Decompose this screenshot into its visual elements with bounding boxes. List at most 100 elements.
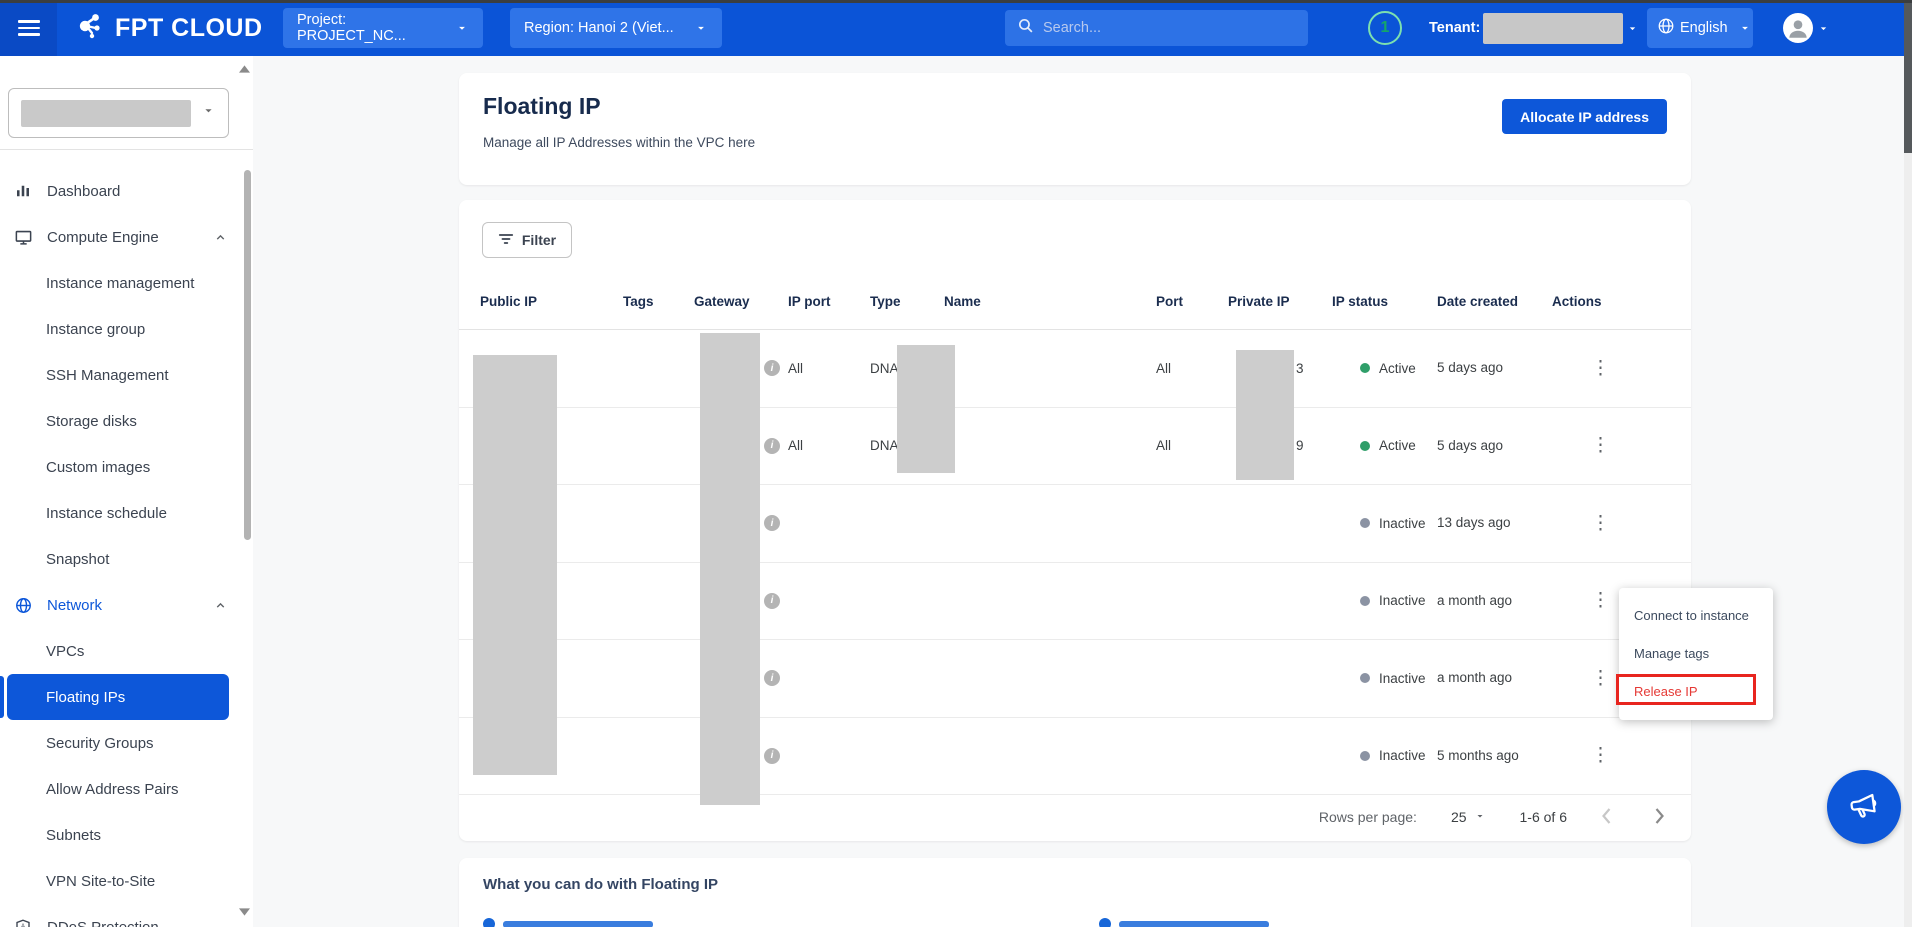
info-icon[interactable]: i bbox=[764, 438, 780, 454]
row-actions-kebab-button[interactable]: ⋮ bbox=[1583, 432, 1618, 459]
chevron-up-icon bbox=[214, 231, 227, 248]
info-icon[interactable]: i bbox=[764, 515, 780, 531]
sidebar-scrollbar-thumb[interactable] bbox=[244, 170, 251, 540]
hamburger-menu-button[interactable] bbox=[0, 0, 57, 56]
sidebar-item-dashboard[interactable]: Dashboard bbox=[0, 168, 253, 214]
info-icon[interactable]: i bbox=[764, 593, 780, 609]
status-dot-icon bbox=[1360, 596, 1370, 606]
vpc-name-redacted bbox=[21, 100, 191, 127]
avatar bbox=[1783, 13, 1813, 43]
row-actions-kebab-button[interactable]: ⋮ bbox=[1583, 510, 1618, 537]
cell-ip-port: All bbox=[788, 438, 870, 453]
column-header-ip-status: IP status bbox=[1332, 294, 1437, 309]
sidebar-item-label: SSH Management bbox=[46, 367, 169, 384]
cell-port: All bbox=[1156, 361, 1228, 376]
menu-item-release-ip[interactable]: Release IP bbox=[1619, 672, 1773, 710]
sidebar-item-ssh-management[interactable]: SSH Management bbox=[0, 352, 253, 398]
vpc-selector[interactable] bbox=[8, 88, 229, 138]
info-icon[interactable]: i bbox=[764, 748, 780, 764]
allocate-ip-button[interactable]: Allocate IP address bbox=[1502, 99, 1667, 134]
status-label: Active bbox=[1379, 438, 1416, 453]
sidebar-item-label: Custom images bbox=[46, 459, 150, 476]
sidebar-item-custom-images[interactable]: Custom images bbox=[0, 444, 253, 490]
table-header-row: Public IPTagsGatewayIP portTypeNamePortP… bbox=[459, 274, 1691, 330]
search-input[interactable] bbox=[1043, 20, 1283, 36]
user-menu[interactable] bbox=[1783, 0, 1830, 56]
sidebar-item-allow-address-pairs[interactable]: Allow Address Pairs bbox=[0, 766, 253, 812]
sidebar-item-vpcs[interactable]: VPCs bbox=[0, 628, 253, 674]
sidebar-item-instance-management[interactable]: Instance management bbox=[0, 260, 253, 306]
sidebar-item-network[interactable]: Network bbox=[0, 582, 253, 628]
globe-icon bbox=[13, 595, 33, 615]
sidebar-item-label: Allow Address Pairs bbox=[46, 781, 179, 798]
table-row: iAllDNATAll9Active5 days ago⋮ bbox=[459, 408, 1691, 486]
cell-date-created: 5 days ago bbox=[1437, 359, 1552, 377]
sidebar-item-instance-group[interactable]: Instance group bbox=[0, 306, 253, 352]
scroll-up-icon[interactable] bbox=[239, 60, 250, 78]
notification-badge[interactable]: 1 bbox=[1368, 11, 1402, 45]
project-selector-label: Project: PROJECT_NC... bbox=[297, 12, 435, 44]
row-actions-kebab-button[interactable]: ⋮ bbox=[1583, 355, 1618, 382]
chevron-down-icon bbox=[1738, 21, 1752, 35]
sidebar-item-storage-disks[interactable]: Storage disks bbox=[0, 398, 253, 444]
sidebar-item-snapshot[interactable]: Snapshot bbox=[0, 536, 253, 582]
sidebar-item-instance-schedule[interactable]: Instance schedule bbox=[0, 490, 253, 536]
rows-per-page-select[interactable]: 25 bbox=[1451, 809, 1486, 825]
row-actions-kebab-button[interactable]: ⋮ bbox=[1583, 665, 1618, 692]
info-icon[interactable]: i bbox=[764, 360, 780, 376]
menu-item-connect-to-instance[interactable]: Connect to instance bbox=[1619, 596, 1773, 634]
cell-actions: ⋮ bbox=[1552, 510, 1649, 537]
sidebar-item-label: Dashboard bbox=[47, 183, 120, 200]
language-selector[interactable]: English bbox=[1647, 8, 1753, 48]
filter-button[interactable]: Filter bbox=[482, 222, 572, 258]
menu-item-manage-tags[interactable]: Manage tags bbox=[1619, 634, 1773, 672]
redacted-gateway-column bbox=[700, 333, 760, 805]
scroll-down-icon[interactable] bbox=[239, 903, 250, 921]
project-selector[interactable]: Project: PROJECT_NC... bbox=[283, 8, 483, 48]
tenant-name-redacted bbox=[1483, 13, 1623, 44]
page-scrollbar-thumb[interactable] bbox=[1904, 3, 1912, 153]
pagination-bar: Rows per page: 25 1-6 of 6 bbox=[459, 793, 1691, 841]
status-dot-icon bbox=[1360, 518, 1370, 528]
status-label: Inactive bbox=[1379, 748, 1426, 763]
next-page-button[interactable] bbox=[1654, 808, 1665, 827]
cell-date-created: a month ago bbox=[1437, 669, 1552, 687]
sidebar-item-label: VPN Site-to-Site bbox=[46, 873, 155, 890]
sidebar-item-label: Compute Engine bbox=[47, 229, 159, 246]
global-search bbox=[1005, 10, 1308, 46]
column-header-actions: Actions bbox=[1552, 294, 1649, 309]
bottom-link-stub[interactable] bbox=[1099, 918, 1269, 927]
sidebar: Dashboard Compute Engine Instance manageme… bbox=[0, 56, 253, 927]
sidebar-item-ddos-protection[interactable]: ADDoS Protection bbox=[0, 904, 253, 927]
sidebar-item-label: Subnets bbox=[46, 827, 101, 844]
sidebar-item-floating-ips[interactable]: Floating IPs bbox=[7, 674, 229, 720]
sidebar-item-vpn-site-to-site[interactable]: VPN Site-to-Site bbox=[0, 858, 253, 904]
tenant-selector[interactable]: Tenant: bbox=[1429, 0, 1639, 56]
sidebar-item-security-groups[interactable]: Security Groups bbox=[0, 720, 253, 766]
status-label: Inactive bbox=[1379, 593, 1426, 608]
search-icon bbox=[1017, 17, 1034, 39]
rows-per-page-label: Rows per page: bbox=[1319, 809, 1417, 825]
sidebar-item-compute-engine[interactable]: Compute Engine bbox=[0, 214, 253, 260]
announcement-fab[interactable] bbox=[1827, 770, 1901, 844]
globe-language-icon bbox=[1657, 17, 1675, 39]
row-actions-kebab-button[interactable]: ⋮ bbox=[1583, 742, 1618, 769]
cell-ip-status: Inactive bbox=[1332, 516, 1437, 531]
sidebar-item-label: Floating IPs bbox=[46, 689, 125, 706]
column-header-date-created: Date created bbox=[1437, 294, 1552, 309]
cell-private-ip bbox=[1228, 516, 1332, 531]
column-header-type: Type bbox=[870, 294, 944, 309]
page-scrollbar[interactable] bbox=[1904, 0, 1912, 927]
previous-page-button[interactable] bbox=[1601, 808, 1612, 827]
sidebar-item-label: VPCs bbox=[46, 643, 84, 660]
row-actions-kebab-button[interactable]: ⋮ bbox=[1583, 587, 1618, 614]
info-icon[interactable]: i bbox=[764, 670, 780, 686]
cell-ip-status: Inactive bbox=[1332, 748, 1437, 763]
bottom-link-stub[interactable] bbox=[483, 918, 653, 927]
region-selector[interactable]: Region: Hanoi 2 (Viet... bbox=[510, 8, 722, 48]
table-row: iInactive13 days ago⋮ bbox=[459, 485, 1691, 563]
sidebar-item-label: Instance group bbox=[46, 321, 145, 338]
redacted-private-ip-column bbox=[1236, 350, 1294, 480]
status-label: Inactive bbox=[1379, 671, 1426, 686]
sidebar-item-subnets[interactable]: Subnets bbox=[0, 812, 253, 858]
